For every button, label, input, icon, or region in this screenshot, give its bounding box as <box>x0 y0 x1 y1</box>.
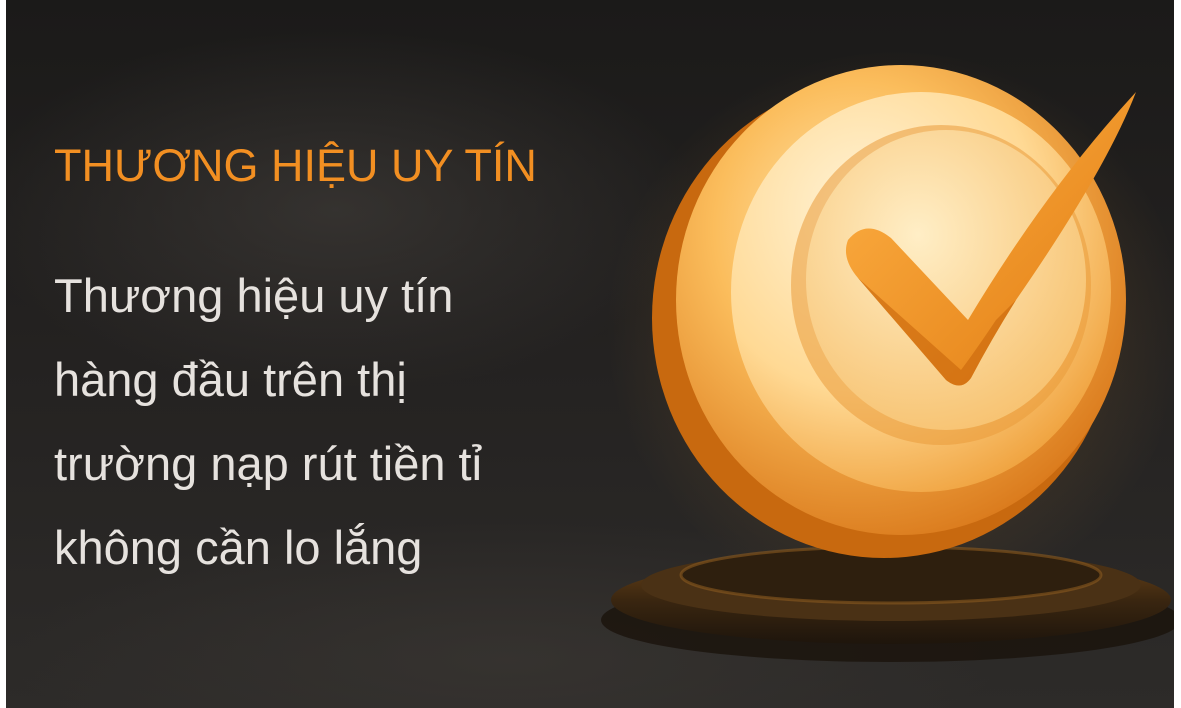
feature-card: THƯƠNG HIỆU UY TÍN Thương hiệu uy tín hà… <box>6 0 1174 708</box>
card-title: THƯƠNG HIỆU UY TÍN <box>54 140 537 191</box>
card-description: Thương hiệu uy tín hàng đầu trên thị trư… <box>54 269 483 574</box>
